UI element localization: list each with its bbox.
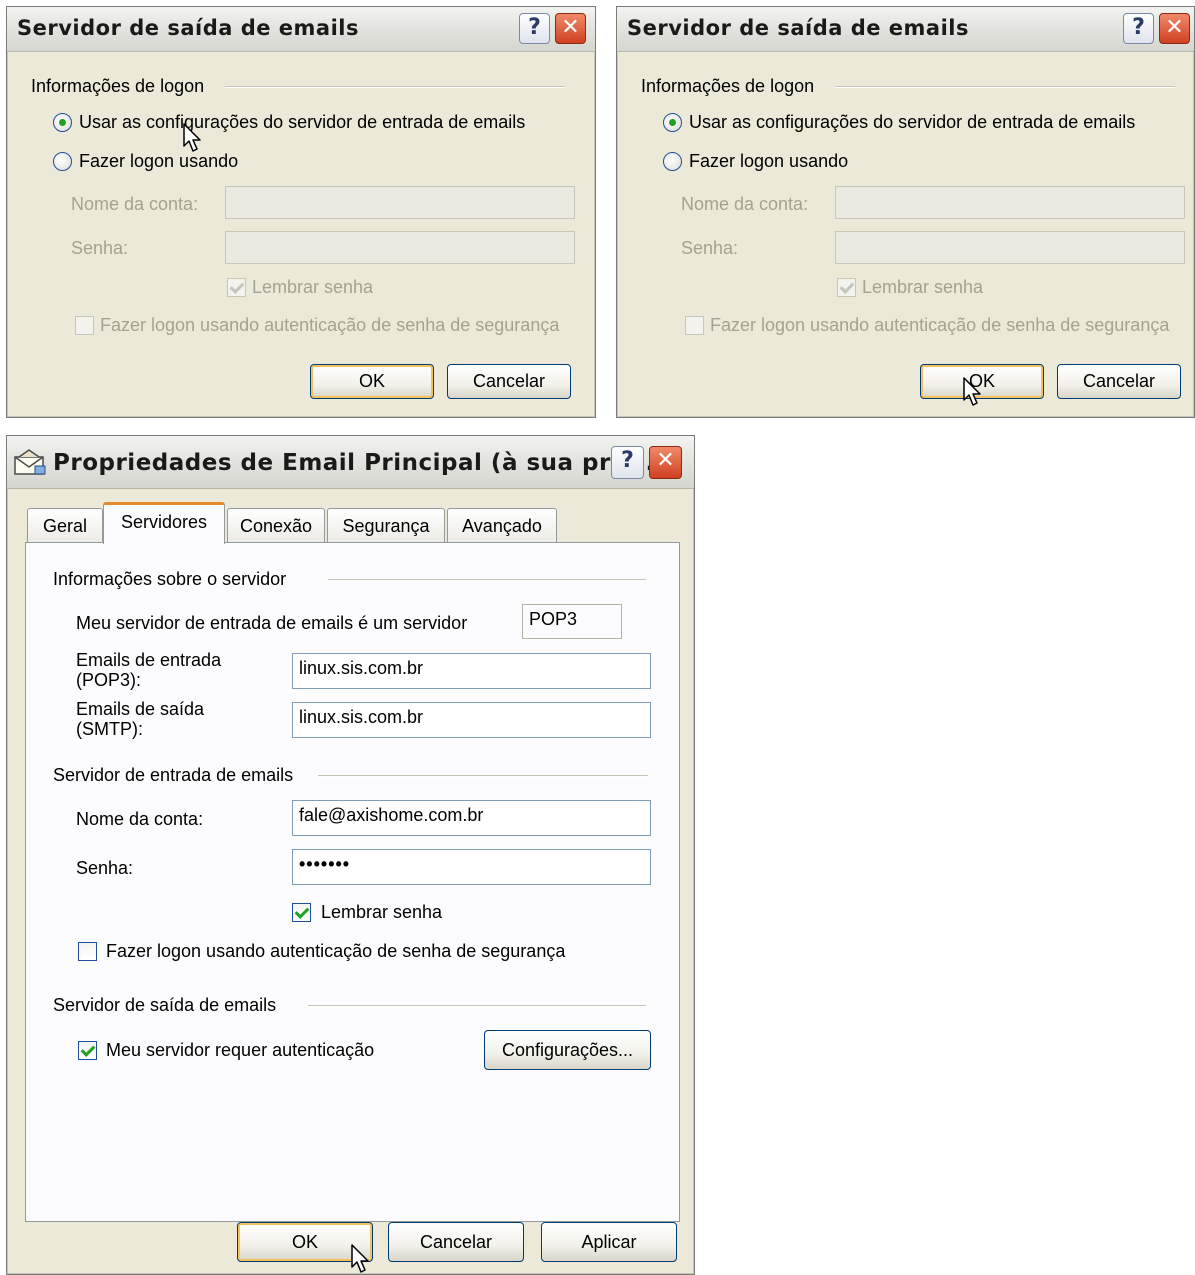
- logon-using-radio[interactable]: [663, 152, 682, 171]
- incoming-type-field: POP3: [522, 604, 622, 639]
- account-name-label: Nome da conta:: [76, 809, 204, 829]
- dialog-title: Servidor de saída de emails: [17, 16, 359, 40]
- spa-checkbox[interactable]: [78, 942, 97, 961]
- section-divider: [835, 86, 1175, 88]
- password-field[interactable]: •••••••: [292, 849, 651, 885]
- incoming-server-label-protocol: (POP3):: [76, 670, 142, 690]
- section-divider: [328, 579, 646, 581]
- settings-button[interactable]: Configurações...: [484, 1030, 651, 1070]
- spa-label: Fazer logon usando autenticação de senha…: [100, 315, 560, 335]
- mouse-pointer-icon: [351, 1244, 369, 1273]
- remember-password-checkbox[interactable]: [227, 278, 246, 297]
- outgoing-server-dialog-2: Servidor de saída de emails ? ✕ Informaç…: [616, 6, 1195, 418]
- dialog-title: Servidor de saída de emails: [627, 16, 969, 40]
- title-bar[interactable]: Servidor de saída de emails ? ✕: [7, 7, 595, 52]
- help-button[interactable]: ?: [611, 446, 644, 479]
- section-logon-info: Informações de logon: [31, 76, 205, 96]
- logon-using-radio[interactable]: [53, 152, 72, 171]
- outgoing-server-field[interactable]: linux.sis.com.br: [292, 702, 651, 738]
- dialog-title: Propriedades de Email Principal (à sua p…: [53, 450, 664, 476]
- email-properties-dialog: Propriedades de Email Principal (à sua p…: [6, 435, 695, 1275]
- section-divider: [318, 775, 648, 777]
- tab-seguranca[interactable]: Segurança: [327, 508, 445, 542]
- remember-password-label[interactable]: Lembrar senha: [321, 902, 442, 923]
- apply-button[interactable]: Aplicar: [541, 1222, 677, 1262]
- spa-checkbox[interactable]: [75, 316, 94, 335]
- account-name-label: Nome da conta:: [681, 194, 809, 214]
- section-divider: [225, 86, 565, 88]
- close-button[interactable]: ✕: [649, 446, 682, 479]
- account-name-field[interactable]: fale@axishome.com.br: [292, 800, 651, 836]
- spa-checkbox[interactable]: [685, 316, 704, 335]
- remember-password-label: Lembrar senha: [252, 277, 374, 297]
- spa-label: Fazer logon usando autenticação de senha…: [710, 315, 1170, 335]
- use-incoming-settings-label[interactable]: Usar as configurações do servidor de ent…: [79, 112, 525, 133]
- spa-label[interactable]: Fazer logon usando autenticação de senha…: [106, 941, 565, 962]
- remember-password-checkbox[interactable]: [292, 903, 311, 922]
- help-button[interactable]: ?: [1123, 13, 1154, 44]
- cancel-button[interactable]: Cancelar: [1057, 364, 1181, 399]
- outgoing-server-dialog-1: Servidor de saída de emails ? ✕ Informaç…: [6, 6, 596, 418]
- outgoing-server-label: Emails de saída: [76, 699, 205, 719]
- remember-password-checkbox[interactable]: [837, 278, 856, 297]
- mouse-pointer-icon: [183, 123, 201, 152]
- account-name-field[interactable]: [835, 186, 1185, 219]
- ok-button[interactable]: OK: [310, 364, 434, 399]
- close-button[interactable]: ✕: [555, 13, 586, 44]
- envelope-icon: [14, 449, 46, 475]
- password-label: Senha:: [76, 858, 134, 878]
- tab-geral[interactable]: Geral: [27, 508, 103, 542]
- logon-using-label[interactable]: Fazer logon usando: [79, 151, 238, 172]
- section-logon-info: Informações de logon: [641, 76, 815, 96]
- section-divider: [308, 1005, 646, 1007]
- incoming-server-field[interactable]: linux.sis.com.br: [292, 653, 651, 689]
- cancel-button[interactable]: Cancelar: [388, 1222, 524, 1262]
- section-server-info: Informações sobre o servidor: [53, 569, 287, 589]
- logon-using-label[interactable]: Fazer logon usando: [689, 151, 848, 172]
- help-button[interactable]: ?: [519, 13, 550, 44]
- cancel-button[interactable]: Cancelar: [447, 364, 571, 399]
- close-button[interactable]: ✕: [1159, 13, 1190, 44]
- mouse-pointer-icon: [963, 377, 981, 406]
- servers-tab-panel: Informações sobre o servidor Meu servido…: [25, 542, 680, 1222]
- incoming-type-label: Meu servidor de entrada de emails é um s…: [76, 613, 468, 633]
- account-name-field[interactable]: [225, 186, 575, 219]
- requires-auth-label[interactable]: Meu servidor requer autenticação: [106, 1040, 374, 1061]
- section-incoming-server: Servidor de entrada de emails: [53, 765, 294, 785]
- title-bar[interactable]: Propriedades de Email Principal (à sua p…: [7, 436, 694, 489]
- remember-password-label: Lembrar senha: [862, 277, 984, 297]
- outgoing-server-label-protocol: (SMTP):: [76, 719, 143, 739]
- password-field[interactable]: [835, 231, 1185, 264]
- password-field[interactable]: [225, 231, 575, 264]
- use-incoming-settings-radio[interactable]: [53, 113, 72, 132]
- title-bar[interactable]: Servidor de saída de emails ? ✕: [617, 7, 1194, 52]
- tab-avancado[interactable]: Avançado: [447, 508, 557, 542]
- tab-servidores[interactable]: Servidores: [103, 502, 225, 544]
- section-outgoing-server: Servidor de saída de emails: [53, 995, 277, 1015]
- requires-auth-checkbox[interactable]: [78, 1041, 97, 1060]
- tab-conexao[interactable]: Conexão: [227, 508, 325, 542]
- password-label: Senha:: [71, 238, 129, 258]
- password-label: Senha:: [681, 238, 739, 258]
- use-incoming-settings-radio[interactable]: [663, 113, 682, 132]
- account-name-label: Nome da conta:: [71, 194, 199, 214]
- use-incoming-settings-label[interactable]: Usar as configurações do servidor de ent…: [689, 112, 1135, 133]
- incoming-server-label: Emails de entrada: [76, 650, 222, 670]
